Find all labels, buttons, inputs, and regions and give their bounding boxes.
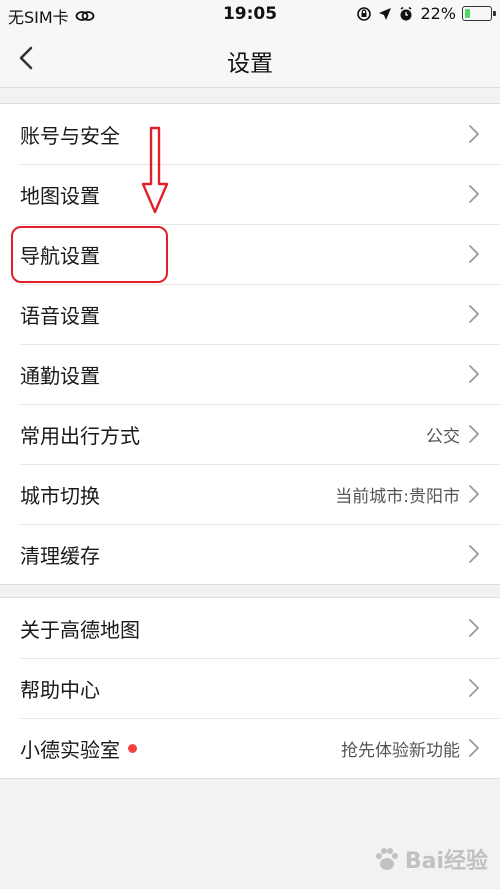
row-map-settings[interactable]: 地图设置	[0, 164, 500, 224]
row-label: 语音设置	[20, 303, 100, 328]
row-about[interactable]: 关于高德地图	[0, 598, 500, 658]
chevron-right-icon	[469, 619, 479, 637]
new-badge-dot	[128, 743, 137, 753]
chevron-right-icon	[469, 545, 479, 563]
rotation-lock-icon	[357, 6, 372, 21]
row-commute-settings[interactable]: 通勤设置	[0, 344, 500, 404]
battery-percent: 22%	[420, 4, 456, 23]
nav-bar: 设置	[0, 30, 500, 88]
chevron-right-icon	[469, 425, 479, 443]
chevron-right-icon	[469, 245, 479, 263]
battery-icon	[462, 6, 496, 21]
settings-group-about: 关于高德地图 帮助中心 小德实验室 抢先体验新功能	[0, 597, 500, 779]
chevron-right-icon	[469, 679, 479, 697]
annotation-highlight-box	[11, 226, 168, 283]
chevron-right-icon	[469, 305, 479, 323]
status-right: 22%	[356, 4, 496, 23]
row-clear-cache[interactable]: 清理缓存	[0, 524, 500, 584]
row-label: 关于高德地图	[20, 617, 140, 642]
chevron-right-icon	[469, 485, 479, 503]
row-label: 清理缓存	[20, 543, 100, 568]
row-value: 当前城市:贵阳市	[335, 486, 460, 507]
row-help-center[interactable]: 帮助中心	[0, 658, 500, 718]
row-city-switch[interactable]: 城市切换 当前城市:贵阳市	[0, 464, 500, 524]
row-value: 抢先体验新功能	[341, 740, 460, 761]
row-label: 账号与安全	[20, 123, 120, 148]
chevron-right-icon	[469, 739, 479, 757]
settings-group-main: 账号与安全 地图设置 导航设置 语音设置 通勤设置 常用出行方式 公交 城市切换…	[0, 103, 500, 585]
row-label: 通勤设置	[20, 363, 100, 388]
row-voice-settings[interactable]: 语音设置	[0, 284, 500, 344]
battery-level	[465, 9, 471, 18]
row-label: 小德实验室	[20, 737, 120, 762]
row-label: 地图设置	[20, 183, 100, 208]
row-account-security[interactable]: 账号与安全	[0, 104, 500, 164]
chevron-right-icon	[469, 185, 479, 203]
location-icon	[379, 7, 392, 20]
chevron-right-icon	[469, 125, 479, 143]
page-title: 设置	[227, 51, 273, 77]
row-label: 帮助中心	[20, 677, 100, 702]
annotation-down-arrow-icon	[141, 126, 169, 214]
status-bar: 无SIM卡 19:05 22%	[0, 0, 500, 30]
row-travel-mode[interactable]: 常用出行方式 公交	[0, 404, 500, 464]
row-value: 公交	[426, 426, 460, 447]
row-lab[interactable]: 小德实验室 抢先体验新功能	[0, 718, 500, 778]
row-label: 城市切换	[20, 483, 100, 508]
paw-icon	[375, 848, 398, 870]
row-label: 常用出行方式	[20, 423, 140, 448]
watermark: Bai经验	[373, 843, 488, 875]
chevron-right-icon	[469, 365, 479, 383]
alarm-icon	[400, 6, 412, 20]
watermark-text: Bai经验	[404, 849, 488, 874]
